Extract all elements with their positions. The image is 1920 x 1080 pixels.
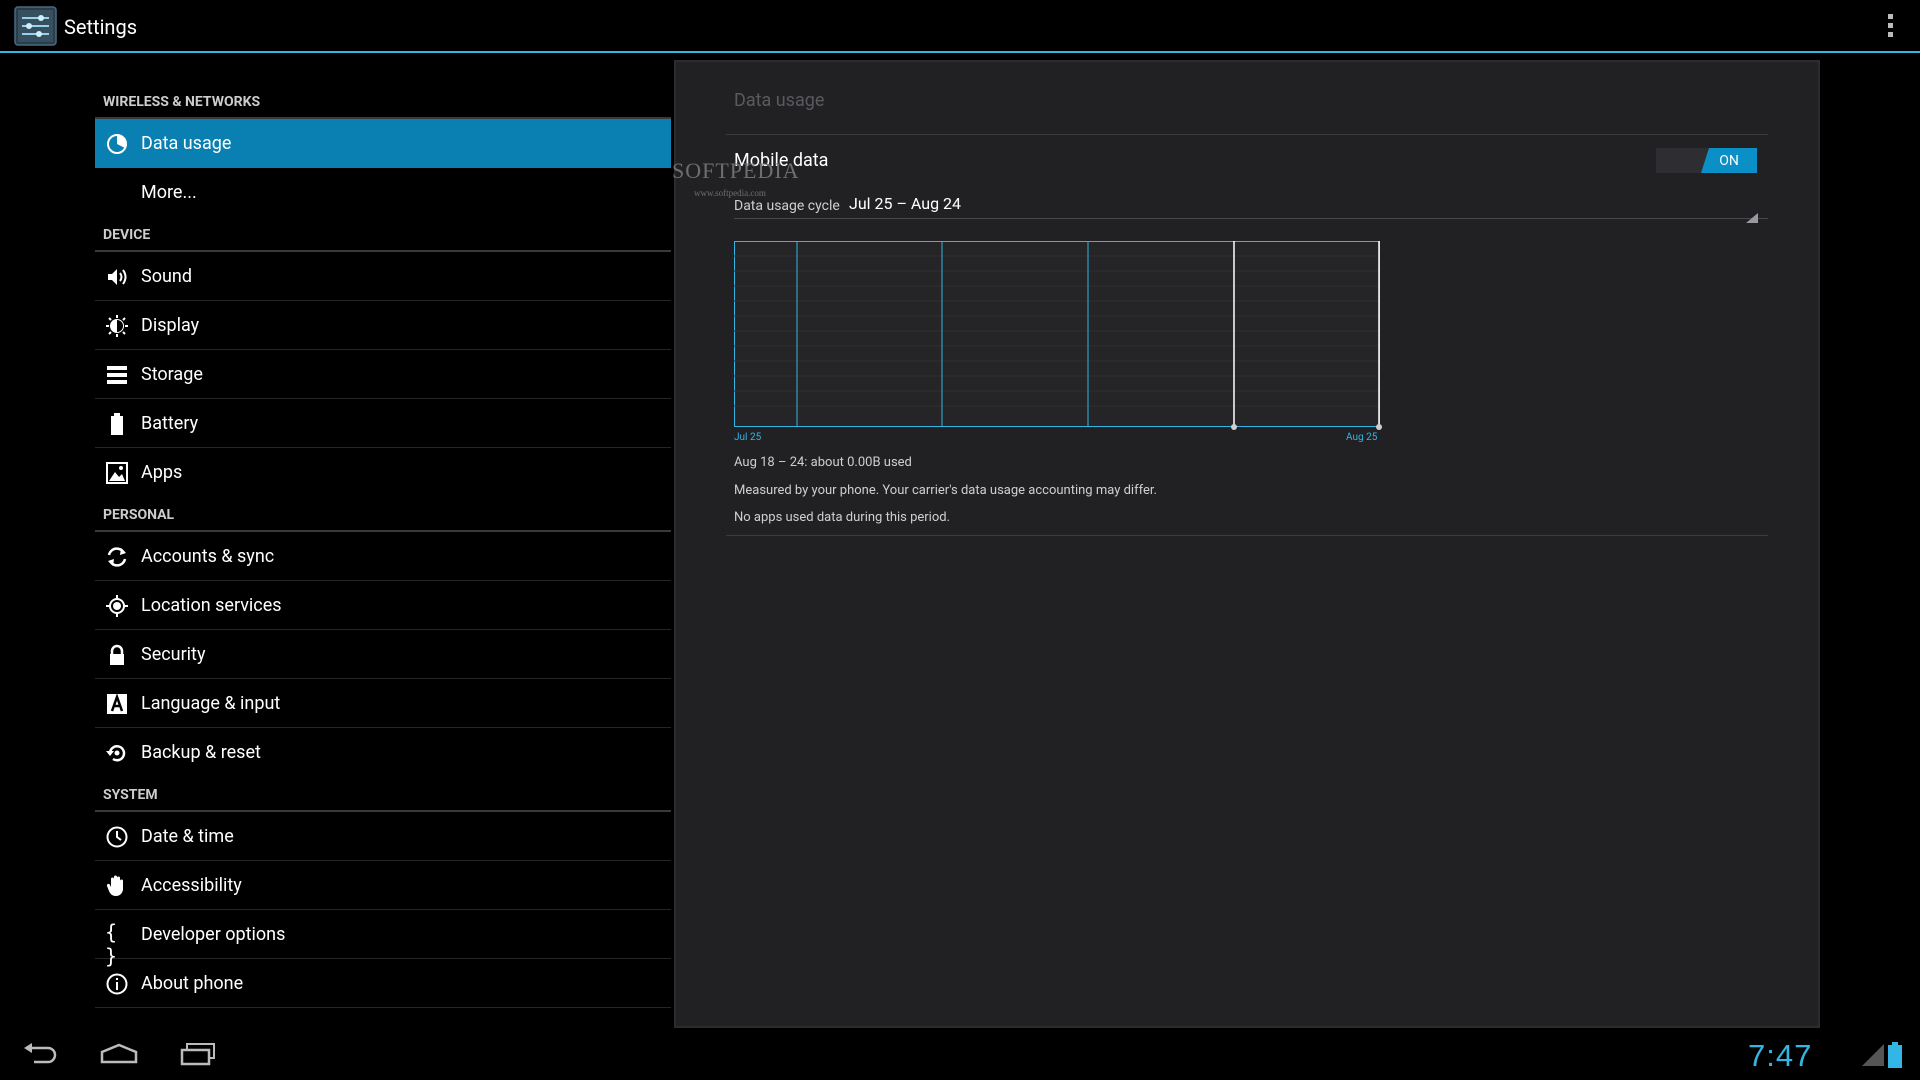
divider: [726, 134, 1768, 135]
settings-app-icon[interactable]: [14, 6, 57, 46]
overflow-menu-icon[interactable]: [1888, 14, 1894, 40]
chart-start-label: Jul 25: [734, 432, 762, 443]
section-header-wireless: WIRELESS & NETWORKS: [95, 84, 671, 119]
nav-item-location-services[interactable]: Location services: [95, 581, 671, 630]
nav-label: Developer options: [141, 923, 286, 945]
nav-label: Sound: [141, 265, 192, 287]
nav-label: Backup & reset: [141, 742, 261, 763]
app-title: Settings: [64, 15, 138, 39]
cycle-underline: [734, 218, 1768, 219]
nav-item-developer-options[interactable]: { } Developer options: [95, 910, 671, 968]
data-usage-cycle-label: Data usage cycle: [734, 198, 840, 214]
nav-label: Storage: [141, 363, 203, 385]
status-clock: 7:47: [1748, 1038, 1813, 1073]
nav-item-apps[interactable]: Apps: [95, 448, 671, 497]
dropdown-corner-icon: [1746, 208, 1758, 223]
nav-item-sound[interactable]: Sound: [95, 252, 671, 301]
nav-item-storage[interactable]: Storage: [95, 350, 671, 399]
nav-item-data-usage[interactable]: Data usage: [95, 119, 671, 168]
watermark-brand: SOFTPEDIA: [672, 158, 800, 183]
mobile-data-toggle[interactable]: ON: [1656, 148, 1757, 173]
signal-icon: [1862, 1044, 1886, 1070]
range-end-handle: [1376, 424, 1382, 430]
nav-label: About phone: [141, 972, 244, 994]
location-icon: [105, 594, 129, 618]
nav-label: Data usage: [141, 132, 232, 154]
section-header-device: DEVICE: [95, 217, 671, 252]
braces-icon: { }: [105, 920, 118, 968]
section-header-system: SYSTEM: [95, 777, 671, 812]
nav-item-battery[interactable]: Battery: [95, 399, 671, 448]
section-header-personal: PERSONAL: [95, 497, 671, 532]
measured-note: Measured by your phone. Your carrier's d…: [734, 483, 1157, 498]
nav-label: Security: [141, 643, 206, 665]
sound-icon: [105, 265, 129, 289]
apps-icon: [105, 461, 129, 485]
watermark-url: www.softpedia.com: [694, 188, 766, 198]
toggle-on: ON: [1701, 148, 1757, 173]
back-icon[interactable]: [22, 1042, 58, 1070]
data-usage-cycle-dropdown[interactable]: Jul 25 – Aug 24: [849, 194, 961, 213]
battery-icon: [105, 412, 129, 436]
nav-label: Accessibility: [141, 874, 242, 896]
nav-label: Apps: [141, 462, 183, 483]
nav-label: More...: [141, 182, 197, 203]
backup-icon: [105, 741, 129, 765]
data-usage-chart[interactable]: [734, 241, 1382, 431]
clock-icon: [105, 825, 129, 849]
nav-item-display[interactable]: Display: [95, 301, 671, 350]
nav-label: Battery: [141, 412, 199, 434]
settings-nav: WIRELESS & NETWORKS Data usage More... D…: [95, 84, 671, 1008]
nav-item-about-phone[interactable]: About phone: [95, 959, 671, 1008]
system-bar: [0, 1030, 1920, 1080]
sync-icon: [105, 545, 129, 569]
language-icon: [105, 692, 129, 716]
chart-svg: [734, 241, 1382, 430]
nav-item-accessibility[interactable]: Accessibility: [95, 861, 671, 910]
nav-label: Accounts & sync: [141, 545, 275, 567]
nav-label: Language & input: [141, 692, 281, 714]
data-usage-panel: Data usage Mobile data ON Data usage cyc…: [674, 60, 1820, 1028]
nav-item-backup-reset[interactable]: Backup & reset: [95, 728, 671, 777]
battery-status-icon: [1888, 1042, 1902, 1072]
range-start-handle: [1231, 424, 1237, 430]
usage-summary: Aug 18 – 24: about 0.00B used: [734, 455, 912, 470]
nav-item-date-time[interactable]: Date & time: [95, 812, 671, 861]
hand-icon: [105, 874, 129, 898]
data-usage-icon: [105, 132, 129, 156]
recents-icon[interactable]: [180, 1042, 216, 1070]
action-bar: Settings: [0, 0, 1920, 53]
nav-item-language-input[interactable]: Language & input: [95, 679, 671, 728]
nav-label: Location services: [141, 594, 282, 616]
storage-icon: [105, 363, 129, 387]
lock-icon: [105, 643, 129, 667]
nav-item-accounts-sync[interactable]: Accounts & sync: [95, 532, 671, 581]
chart-frame: [734, 241, 1380, 427]
chart-end-label: Aug 25: [1346, 432, 1378, 443]
home-icon[interactable]: [100, 1042, 138, 1070]
info-icon: [105, 972, 129, 996]
watermark: SOFTPEDIA www.softpedia.com: [672, 158, 800, 198]
panel-title: Data usage: [734, 90, 825, 111]
nav-label: Display: [141, 314, 200, 336]
no-apps-note: No apps used data during this period.: [734, 510, 951, 525]
divider: [726, 535, 1768, 536]
nav-item-security[interactable]: Security: [95, 630, 671, 679]
nav-label: Date & time: [141, 825, 234, 847]
display-icon: [105, 314, 129, 338]
nav-item-more[interactable]: More...: [95, 168, 671, 217]
